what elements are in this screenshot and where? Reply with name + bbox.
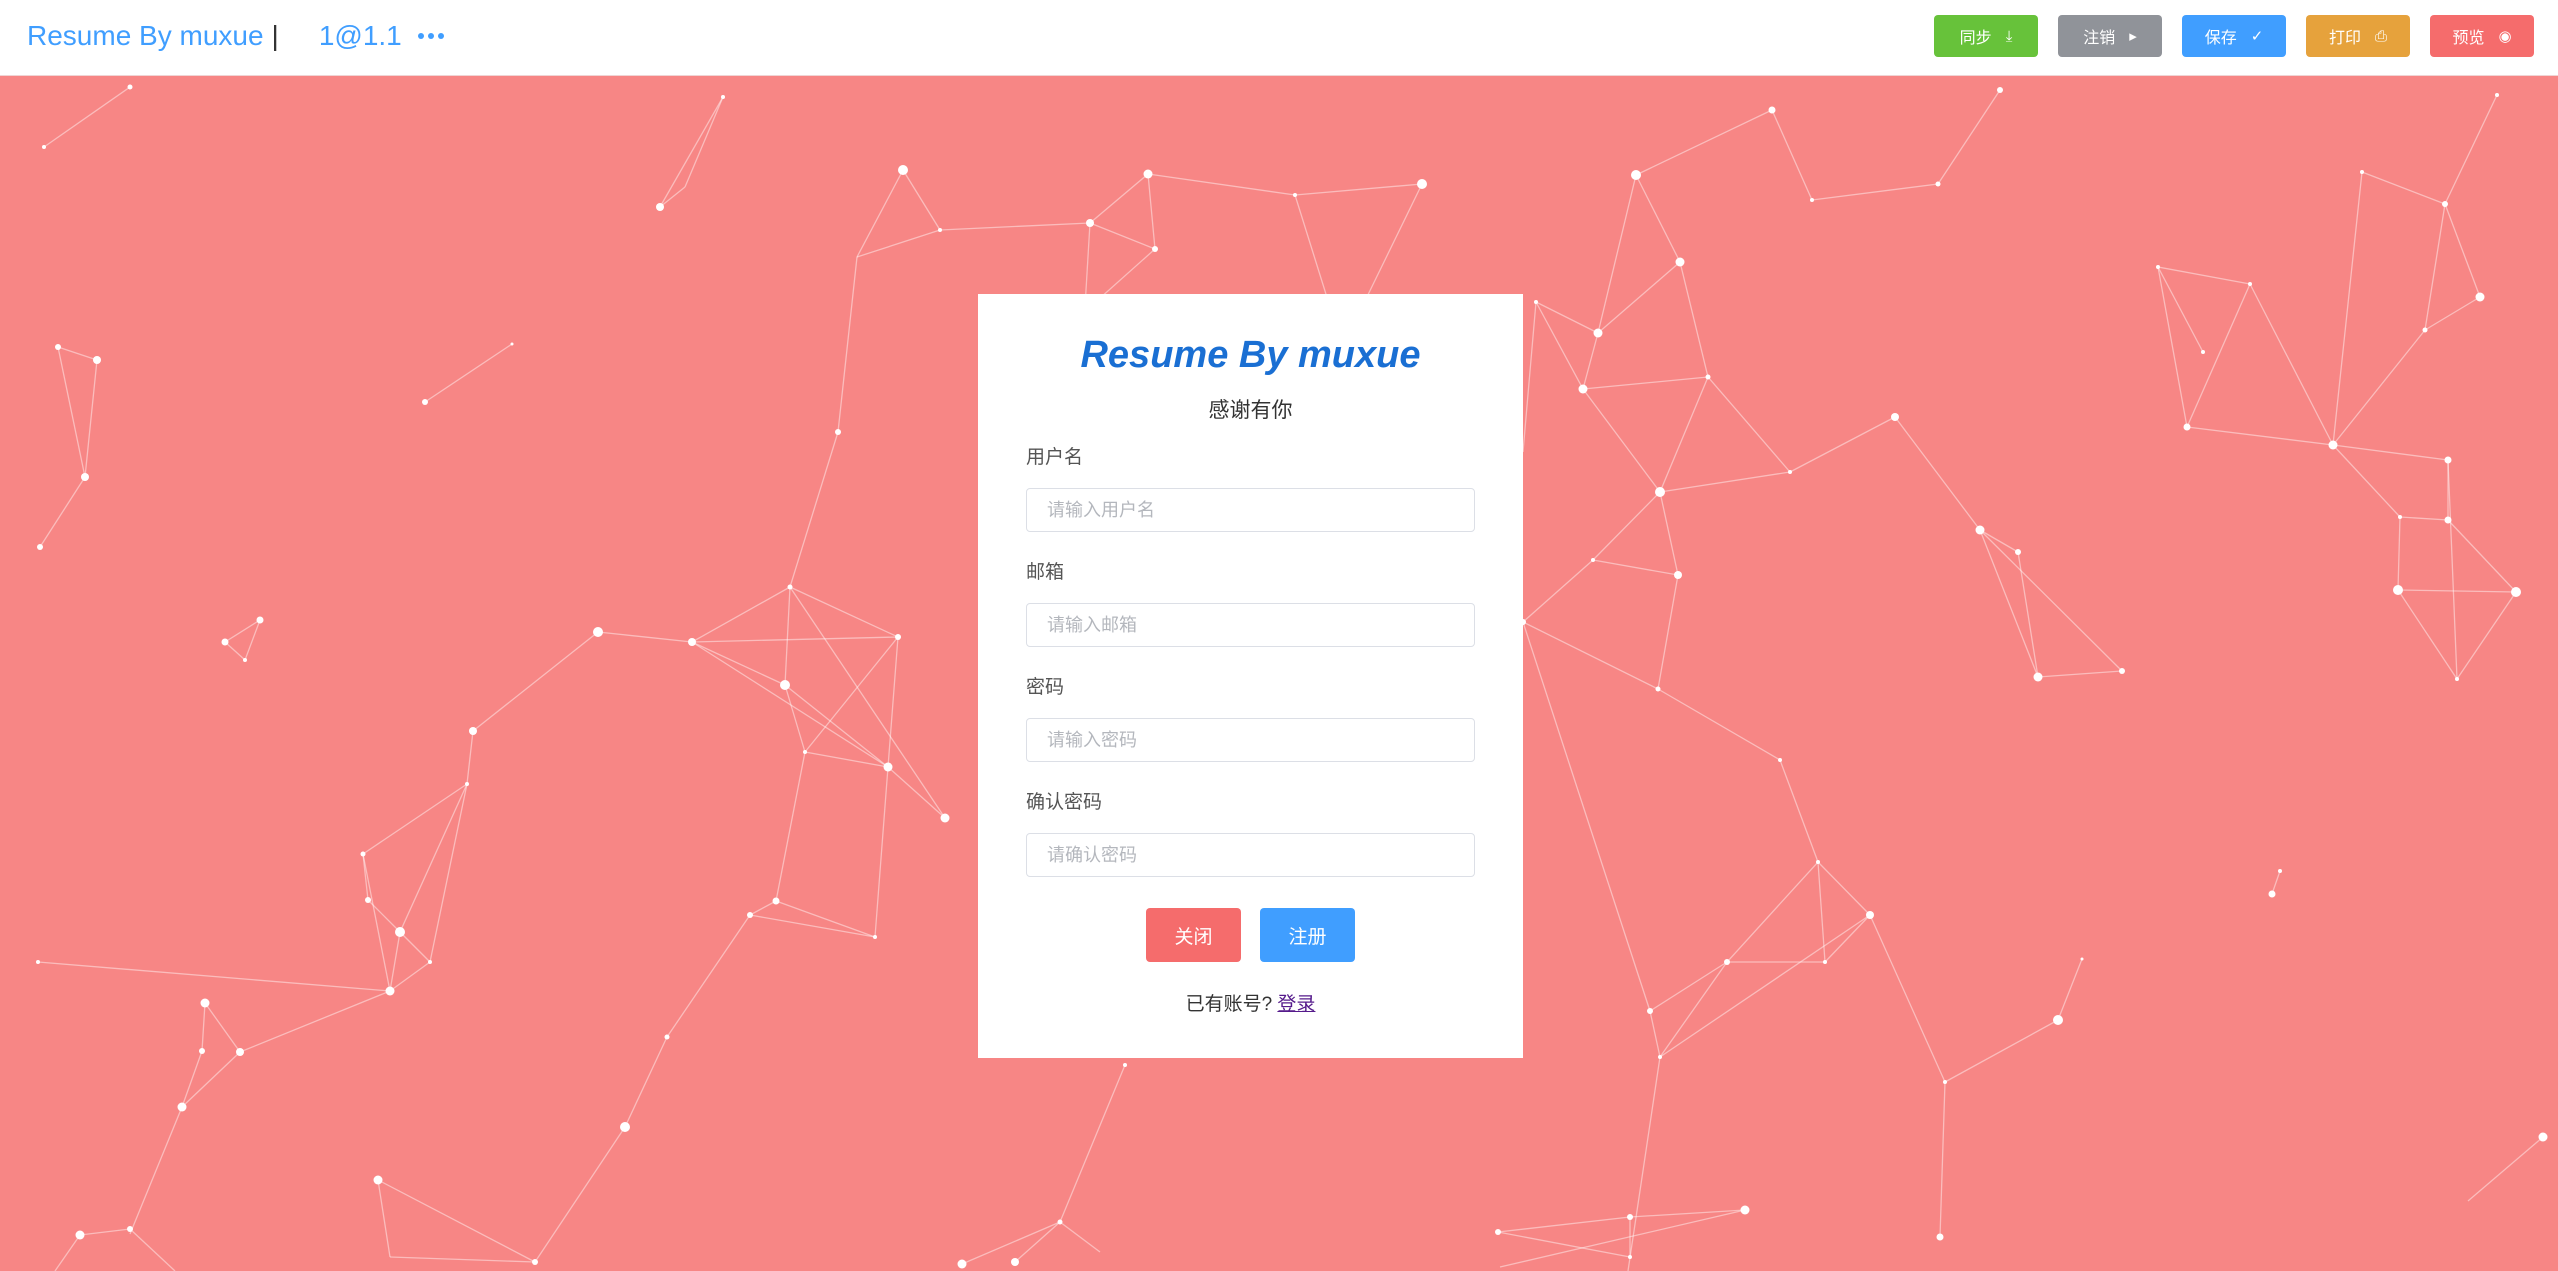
ellipsis-icon[interactable] [417, 33, 444, 39]
version-label[interactable]: 1@1.1 [319, 20, 402, 52]
close-button[interactable]: 关闭 [1146, 908, 1241, 962]
brand-title[interactable]: Resume By muxue [27, 20, 264, 52]
toolbar: 同步 ⤓ 注销 ▸ 保存 ✓ 打印 ⎙ 预览 ◉ [1934, 15, 2534, 57]
password-label: 密码 [1026, 677, 1065, 698]
top-navbar: Resume By muxue | 1@1.1 同步 ⤓ 注销 ▸ 保存 ✓ 打… [0, 0, 2558, 76]
sync-button[interactable]: 同步 ⤓ [1934, 15, 2038, 57]
caret-right-icon: ▸ [2129, 27, 2137, 45]
email-input[interactable] [1026, 603, 1475, 647]
login-prompt-text: 已有账号? [1185, 994, 1273, 1015]
brand: Resume By muxue | 1@1.1 [27, 20, 444, 52]
username-input[interactable] [1026, 488, 1475, 532]
preview-button[interactable]: 预览 ◉ [2430, 15, 2534, 57]
check-icon: ✓ [2250, 27, 2264, 45]
password-input[interactable] [1026, 718, 1475, 762]
register-button[interactable]: 注册 [1260, 908, 1355, 962]
logout-label: 注销 [2083, 30, 2116, 47]
print-label: 打印 [2328, 30, 2361, 47]
username-label: 用户名 [1026, 447, 1084, 468]
form-subtitle: 感谢有你 [1208, 399, 1293, 422]
download-icon: ⤓ [2005, 27, 2013, 45]
print-button[interactable]: 打印 ⎙ [2306, 15, 2410, 57]
form-title: Resume By muxue [1080, 334, 1421, 376]
confirm-password-input[interactable] [1026, 833, 1475, 877]
email-label: 邮箱 [1026, 562, 1065, 583]
save-button[interactable]: 保存 ✓ [2182, 15, 2286, 57]
login-link[interactable]: 登录 [1277, 994, 1315, 1015]
sync-label: 同步 [1959, 30, 1992, 47]
register-card: Resume By muxue 感谢有你 用户名 邮箱 密码 确认密码 关闭 注… [978, 294, 1523, 1058]
logout-button[interactable]: 注销 ▸ [2058, 15, 2162, 57]
login-prompt: 已有账号? 登录 [978, 989, 1523, 1016]
save-label: 保存 [2204, 30, 2237, 47]
eye-icon: ◉ [2498, 27, 2512, 45]
preview-label: 预览 [2452, 30, 2485, 47]
brand-separator: | [271, 20, 279, 51]
confirm-password-label: 确认密码 [1026, 792, 1103, 813]
printer-icon: ⎙ [2375, 27, 2388, 45]
